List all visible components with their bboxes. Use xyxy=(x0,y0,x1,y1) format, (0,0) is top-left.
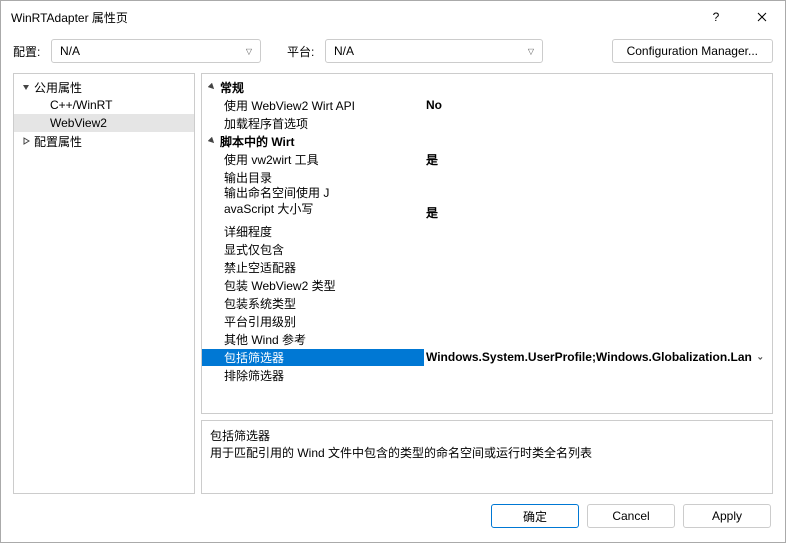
description-panel: 包括筛选器 用于匹配引用的 Wind 文件中包含的类型的命名空间或运行时类全名列… xyxy=(201,420,773,494)
right-pane: 常规 使用 WebView2 Wirt API No 加载程序首选项 脚本中的 … xyxy=(201,73,773,494)
prop-exclude-filter[interactable]: 排除筛选器 xyxy=(202,366,772,384)
prop-explicit-include[interactable]: 显式仅包含 xyxy=(202,240,772,258)
prop-use-vw2wirt-tool[interactable]: 使用 vw2wirt 工具 是 xyxy=(202,150,772,168)
config-value: N/A xyxy=(60,44,240,58)
group-general[interactable]: 常规 xyxy=(202,78,772,96)
prop-use-webview2-wirt-api[interactable]: 使用 WebView2 Wirt API No xyxy=(202,96,772,114)
tree-node-webview2[interactable]: WebView2 xyxy=(14,114,194,132)
close-icon xyxy=(757,12,767,22)
expander-open-icon xyxy=(206,137,218,145)
category-tree[interactable]: 公用属性 C++/WinRT WebView2 配置属性 xyxy=(13,73,195,494)
expander-open-icon xyxy=(20,83,32,91)
group-script-wirt[interactable]: 脚本中的 Wirt xyxy=(202,132,772,150)
prop-other-wind-refs[interactable]: 其他 Wind 参考 xyxy=(202,330,772,348)
titlebar: WinRTAdapter 属性页 ? xyxy=(1,1,785,33)
prop-wrap-system-types[interactable]: 包装系统类型 xyxy=(202,294,772,312)
cancel-button[interactable]: Cancel xyxy=(587,504,675,528)
expander-closed-icon xyxy=(20,137,32,145)
tree-node-common[interactable]: 公用属性 xyxy=(14,78,194,96)
description-body: 用于匹配引用的 Wind 文件中包含的类型的命名空间或运行时类全名列表 xyxy=(210,446,640,462)
tree-node-cpp-winrt[interactable]: C++/WinRT xyxy=(14,96,194,114)
prop-include-filter[interactable]: 包括筛选器 Windows.System.UserProfile;Windows… xyxy=(202,348,772,366)
chevron-down-icon: ▽ xyxy=(246,47,252,56)
window-title: WinRTAdapter 属性页 xyxy=(11,9,693,26)
prop-wrap-webview2-types[interactable]: 包装 WebView2 类型 xyxy=(202,276,772,294)
expander-open-icon xyxy=(206,83,218,91)
ok-button[interactable]: 确定 xyxy=(491,504,579,528)
config-manager-button[interactable]: Configuration Manager... xyxy=(612,39,773,63)
toolbar: 配置: N/A ▽ 平台: N/A ▽ Configuration Manage… xyxy=(1,33,785,73)
platform-label: 平台: xyxy=(287,43,317,60)
dialog-window: WinRTAdapter 属性页 ? 配置: N/A ▽ 平台: N/A ▽ C… xyxy=(0,0,786,543)
platform-value: N/A xyxy=(334,44,522,58)
apply-button[interactable]: Apply xyxy=(683,504,771,528)
tree-node-config[interactable]: 配置属性 xyxy=(14,132,194,150)
help-button[interactable]: ? xyxy=(693,1,739,33)
prop-verbosity[interactable]: 详细程度 xyxy=(202,222,772,240)
chevron-down-icon[interactable]: ⌄ xyxy=(756,352,764,363)
main-area: 公用属性 C++/WinRT WebView2 配置属性 常规 xyxy=(1,73,785,494)
property-grid[interactable]: 常规 使用 WebView2 Wirt API No 加载程序首选项 脚本中的 … xyxy=(201,73,773,414)
close-button[interactable] xyxy=(739,1,785,33)
platform-dropdown[interactable]: N/A ▽ xyxy=(325,39,543,63)
chevron-down-icon: ▽ xyxy=(528,47,534,56)
description-title: 包括筛选器 xyxy=(210,427,764,444)
prop-disable-empty-adapter[interactable]: 禁止空适配器 xyxy=(202,258,772,276)
footer: 确定 Cancel Apply xyxy=(1,494,785,542)
prop-output-namespace-js-case[interactable]: 输出命名空间使用 JavaScript 大小写 是 xyxy=(202,186,772,222)
prop-platform-ref-level[interactable]: 平台引用级别 xyxy=(202,312,772,330)
prop-loader-preference[interactable]: 加载程序首选项 xyxy=(202,114,772,132)
config-dropdown[interactable]: N/A ▽ xyxy=(51,39,261,63)
prop-output-dir[interactable]: 输出目录 xyxy=(202,168,772,186)
config-label: 配置: xyxy=(13,43,43,60)
